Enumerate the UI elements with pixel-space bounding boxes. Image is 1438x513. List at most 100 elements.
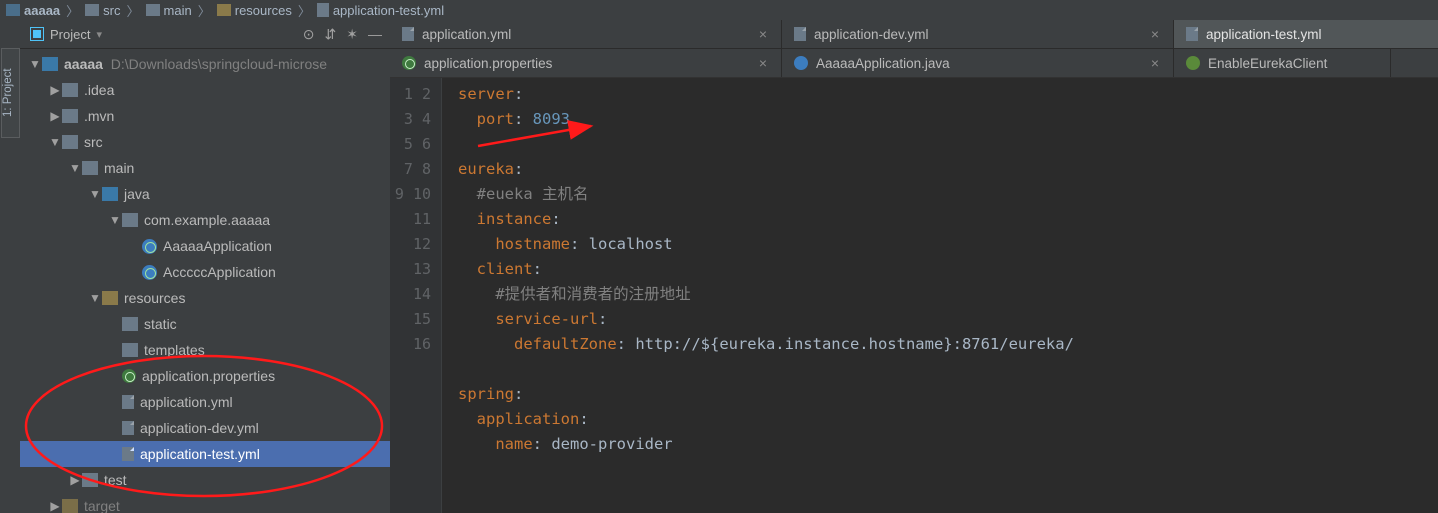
project-title[interactable]: Project [50, 27, 90, 42]
folder-icon [62, 109, 78, 123]
tree-label: target [84, 493, 120, 513]
yaml-file-icon [122, 421, 134, 435]
tree-label: test [104, 467, 127, 493]
tree-item-properties[interactable]: application.properties [20, 363, 390, 389]
tree-item-target[interactable]: ▶ target [20, 493, 390, 513]
tree-label: static [144, 311, 177, 337]
tree-label: .mvn [84, 103, 114, 129]
target-icon[interactable]: ⊙ [303, 26, 315, 43]
tree-item-java[interactable]: ▼ java [20, 181, 390, 207]
tree-item-class-1[interactable]: AaaaaApplication [20, 233, 390, 259]
tree-label: com.example.aaaaa [144, 207, 270, 233]
code-content[interactable]: server: port: 8093 eureka: #eueka 主机名 in… [442, 78, 1438, 513]
tree-label: resources [124, 285, 185, 311]
source-folder-icon [102, 187, 118, 201]
tab-application-test-yml[interactable]: application-test.yml [1174, 20, 1438, 48]
folder-icon [82, 161, 98, 175]
line-number-gutter: 1 2 3 4 5 6 7 8 9 10 11 12 13 14 15 16 [390, 78, 442, 513]
tree-label: AcccccApplication [163, 259, 276, 285]
close-icon[interactable]: × [1151, 55, 1159, 71]
code-editor[interactable]: 1 2 3 4 5 6 7 8 9 10 11 12 13 14 15 16 s… [390, 78, 1438, 513]
tree-label: src [84, 129, 103, 155]
tree-item-idea[interactable]: ▶ .idea [20, 77, 390, 103]
annotation-icon [1186, 56, 1200, 70]
tree-label: application-test.yml [140, 441, 260, 467]
resources-folder-icon [102, 291, 118, 305]
target-folder-icon [62, 499, 78, 513]
tree-label: main [104, 155, 134, 181]
yaml-file-icon [122, 395, 134, 409]
chevron-down-icon[interactable]: ▾ [96, 28, 102, 41]
breadcrumb: aaaaa 〉 src 〉 main 〉 resources 〉 applica… [0, 0, 1438, 21]
tree-root[interactable]: ▼ aaaaa D:\Downloads\springcloud-microse [20, 51, 390, 77]
folder-icon [82, 473, 98, 487]
tab-label: application.yml [422, 27, 511, 42]
tree-item-mvn[interactable]: ▶ .mvn [20, 103, 390, 129]
project-view-icon [30, 27, 44, 41]
project-tool-window: Project ▾ ⊙ ⇵ ✶ — ▼ aaaaa D:\Downloads\s… [20, 20, 391, 513]
tree-item-main[interactable]: ▼ main [20, 155, 390, 181]
tab-label: application-test.yml [1206, 27, 1322, 42]
tree-label: templates [144, 337, 205, 363]
tree-item-class-2[interactable]: AcccccApplication [20, 259, 390, 285]
tree-label: aaaaa [64, 51, 103, 77]
breadcrumb-sep: 〉 [298, 1, 311, 20]
tree-item-test[interactable]: ▶ test [20, 467, 390, 493]
tab-application-properties[interactable]: application.properties × [390, 49, 782, 77]
tree-label: .idea [84, 77, 114, 103]
close-icon[interactable]: × [759, 55, 767, 71]
breadcrumb-item-0[interactable]: aaaaa [6, 3, 60, 18]
tab-label: application.properties [424, 56, 552, 71]
project-header: Project ▾ ⊙ ⇵ ✶ — [20, 20, 390, 49]
tab-application-yml[interactable]: application.yml × [390, 20, 782, 48]
spring-class-icon [142, 239, 157, 254]
tree-item-templates[interactable]: templates [20, 337, 390, 363]
folder-icon [122, 317, 138, 331]
tree-item-yml-2[interactable]: application-test.yml [20, 441, 390, 467]
tree-path: D:\Downloads\springcloud-microse [111, 51, 327, 77]
tree-label: application.properties [142, 363, 275, 389]
folder-icon [122, 343, 138, 357]
breadcrumb-sep: 〉 [127, 1, 140, 20]
tab-label: AaaaaApplication.java [816, 56, 950, 71]
tool-window-bar-left: 1: Project [0, 20, 21, 513]
hide-icon[interactable]: — [368, 26, 382, 43]
spring-class-icon [142, 265, 157, 280]
properties-icon [122, 369, 136, 383]
tree-item-yml-0[interactable]: application.yml [20, 389, 390, 415]
yaml-file-icon [1186, 27, 1198, 41]
close-icon[interactable]: × [1151, 26, 1159, 42]
tree-item-yml-1[interactable]: application-dev.yml [20, 415, 390, 441]
tab-aaaaa-application-java[interactable]: AaaaaApplication.java × [782, 49, 1174, 77]
tree-label: application-dev.yml [140, 415, 259, 441]
breadcrumb-item-1[interactable]: src [85, 3, 120, 18]
project-tree[interactable]: ▼ aaaaa D:\Downloads\springcloud-microse… [20, 49, 390, 513]
close-icon[interactable]: × [759, 26, 767, 42]
tree-item-src[interactable]: ▼ src [20, 129, 390, 155]
breadcrumb-sep: 〉 [66, 1, 79, 20]
editor-tab-row-1: application.yml × application-dev.yml × … [390, 20, 1438, 49]
tab-label: EnableEurekaClient [1208, 56, 1327, 71]
tab-application-dev-yml[interactable]: application-dev.yml × [782, 20, 1174, 48]
breadcrumb-item-4[interactable]: application-test.yml [317, 3, 444, 18]
collapse-icon[interactable]: ⇵ [325, 26, 337, 43]
tree-label: application.yml [140, 389, 233, 415]
project-tool-tab[interactable]: 1: Project [1, 48, 20, 138]
module-icon [42, 57, 58, 71]
tab-label: application-dev.yml [814, 27, 929, 42]
folder-icon [62, 135, 78, 149]
tree-label: java [124, 181, 150, 207]
editor-area: application.yml × application-dev.yml × … [390, 20, 1438, 513]
tree-label: AaaaaApplication [163, 233, 272, 259]
yaml-file-icon [794, 27, 806, 41]
tree-item-resources[interactable]: ▼ resources [20, 285, 390, 311]
tree-item-static[interactable]: static [20, 311, 390, 337]
package-icon [122, 213, 138, 227]
breadcrumb-item-3[interactable]: resources [217, 3, 292, 18]
gear-icon[interactable]: ✶ [346, 26, 358, 43]
folder-icon [62, 83, 78, 97]
tab-enable-eureka-client[interactable]: EnableEurekaClient [1174, 49, 1391, 77]
tree-item-package[interactable]: ▼ com.example.aaaaa [20, 207, 390, 233]
breadcrumb-sep: 〉 [198, 1, 211, 20]
breadcrumb-item-2[interactable]: main [146, 3, 192, 18]
